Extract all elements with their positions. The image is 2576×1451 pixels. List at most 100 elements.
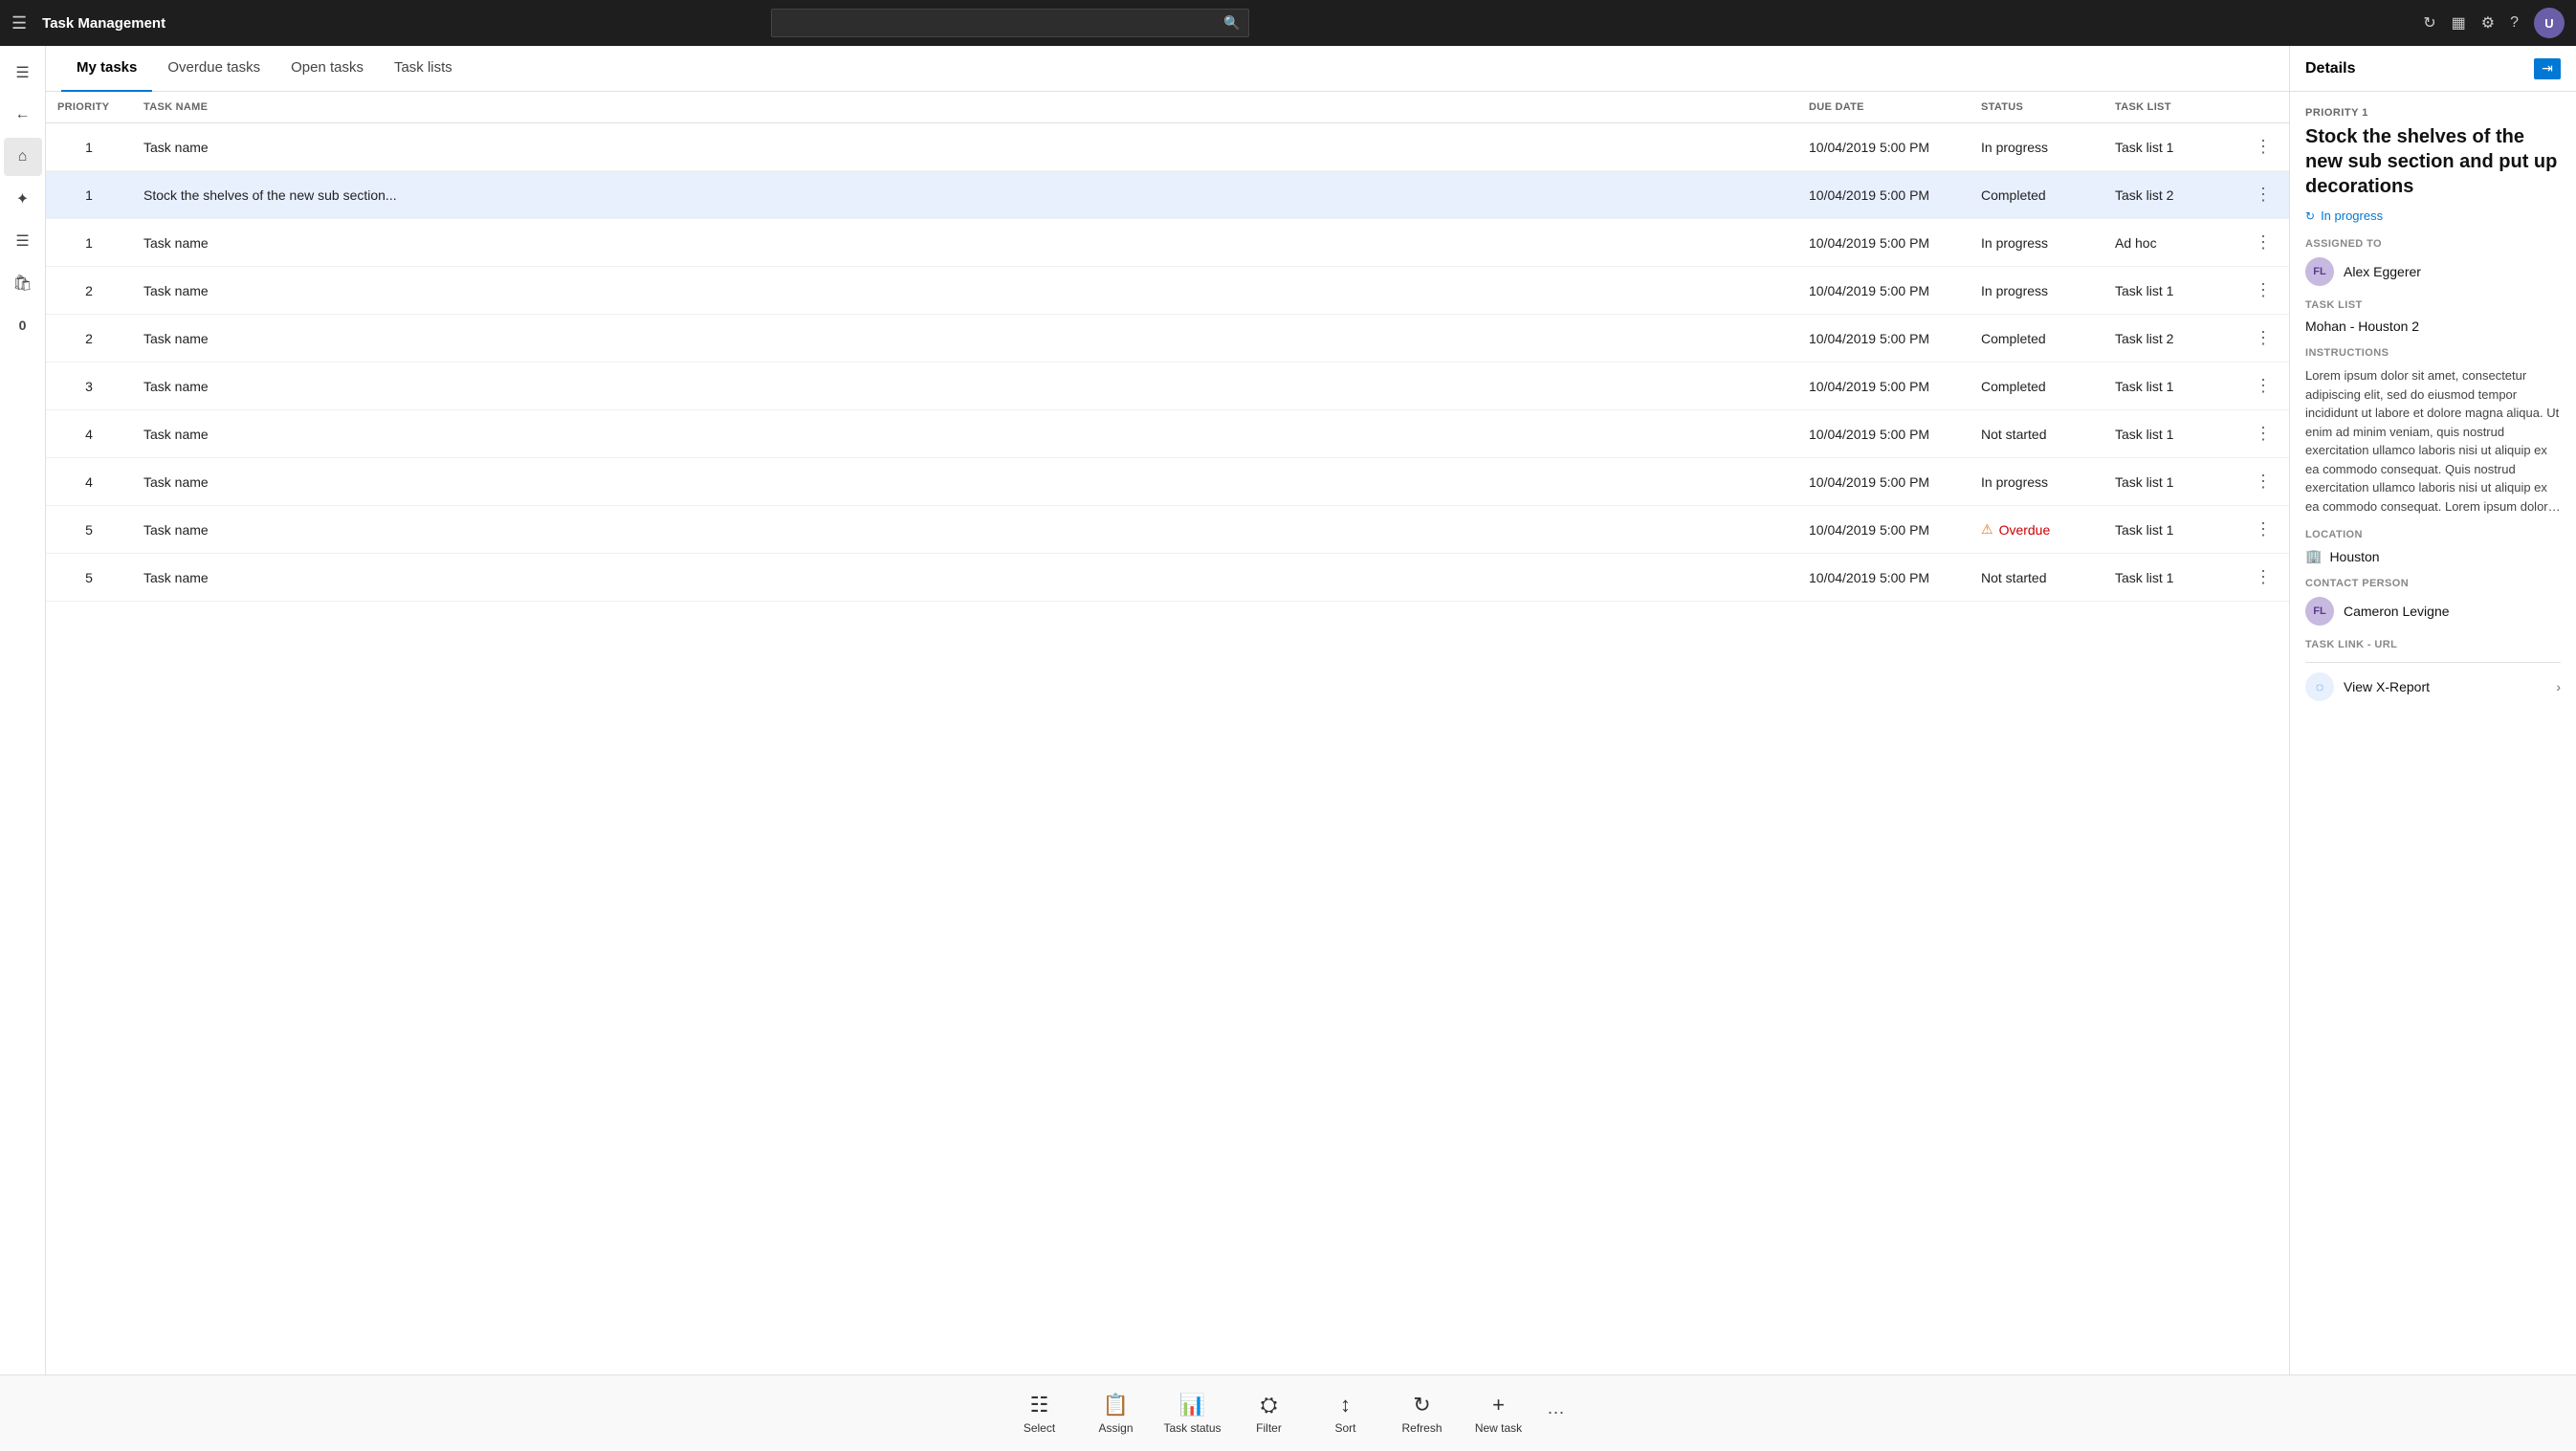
details-header: Details ⇥ bbox=[2290, 46, 2576, 92]
table-row[interactable]: 5 Task name 10/04/2019 5:00 PM ⚠Overdue … bbox=[46, 506, 2289, 554]
content-area: ☰ ← ⌂ ✦ ☰ 🛍 0 My tasks Overdue tasks Ope… bbox=[0, 46, 2576, 1374]
tab-task-lists[interactable]: Task lists bbox=[379, 46, 468, 92]
help-icon[interactable]: ? bbox=[2510, 14, 2519, 32]
assign-label: Assign bbox=[1098, 1421, 1133, 1435]
priority-cell: 2 bbox=[46, 267, 132, 315]
table-row[interactable]: 2 Task name 10/04/2019 5:00 PM In progre… bbox=[46, 267, 2289, 315]
contact-initials: FL bbox=[2313, 605, 2325, 617]
instructions-label: Instructions bbox=[2305, 347, 2561, 359]
more-options-button[interactable]: ⋮ bbox=[2249, 183, 2278, 207]
status-cell: In progress bbox=[1970, 219, 2103, 267]
task-name-cell: Task name bbox=[132, 267, 1797, 315]
chat-icon[interactable]: ▦ bbox=[2452, 13, 2466, 33]
details-body: PRIORITY 1 Stock the shelves of the new … bbox=[2290, 92, 2576, 1374]
task-table-body: 1 Task name 10/04/2019 5:00 PM In progre… bbox=[46, 123, 2289, 602]
table-row[interactable]: 1 Task name 10/04/2019 5:00 PM In progre… bbox=[46, 123, 2289, 171]
priority-cell: 4 bbox=[46, 458, 132, 506]
toolbar-sort[interactable]: ↕ Sort bbox=[1308, 1380, 1384, 1447]
sidebar-home-icon[interactable]: ⌂ bbox=[4, 138, 42, 176]
location-value: Houston bbox=[2329, 549, 2379, 564]
top-nav: ☰ Task Management 🔍 ↻ ▦ ⚙ ? U bbox=[0, 0, 2576, 46]
task-name-cell: Task name bbox=[132, 363, 1797, 410]
more-options-cell: ⋮ bbox=[2237, 171, 2289, 219]
sidebar-back-icon[interactable]: ← bbox=[4, 96, 42, 134]
sidebar-zero-badge[interactable]: 0 bbox=[4, 306, 42, 344]
sidebar-list-icon[interactable]: ☰ bbox=[4, 222, 42, 260]
table-row[interactable]: 4 Task name 10/04/2019 5:00 PM In progre… bbox=[46, 458, 2289, 506]
task-list-cell: Task list 1 bbox=[2103, 506, 2237, 554]
more-options-button[interactable]: ⋮ bbox=[2249, 565, 2278, 589]
status-cell: Completed bbox=[1970, 363, 2103, 410]
more-options-button[interactable]: ⋮ bbox=[2249, 517, 2278, 541]
settings-icon[interactable]: ⚙ bbox=[2481, 13, 2495, 33]
view-xreport-label: View X-Report bbox=[2344, 679, 2430, 694]
more-options-button[interactable]: ⋮ bbox=[2249, 422, 2278, 446]
user-avatar[interactable]: U bbox=[2534, 8, 2565, 38]
hamburger-menu-icon[interactable]: ☰ bbox=[11, 13, 27, 33]
priority-cell: 5 bbox=[46, 554, 132, 602]
sidebar-hamburger-icon[interactable]: ☰ bbox=[4, 54, 42, 92]
due-date-cell: 10/04/2019 5:00 PM bbox=[1797, 123, 1970, 171]
more-options-button[interactable]: ⋮ bbox=[2249, 278, 2278, 302]
table-row[interactable]: 1 Task name 10/04/2019 5:00 PM In progre… bbox=[46, 219, 2289, 267]
more-options-cell: ⋮ bbox=[2237, 410, 2289, 458]
task-table-container: Priority Task Name Due Date Status Task … bbox=[46, 92, 2289, 1374]
toolbar-filter[interactable]: ⛭ Filter bbox=[1231, 1380, 1308, 1447]
toolbar-more-button[interactable]: ⋯ bbox=[1537, 1380, 1575, 1447]
table-row[interactable]: 2 Task name 10/04/2019 5:00 PM Completed… bbox=[46, 315, 2289, 363]
sidebar-bag-icon[interactable]: 🛍 bbox=[4, 264, 42, 302]
sort-label: Sort bbox=[1334, 1421, 1355, 1435]
due-date-cell: 10/04/2019 5:00 PM bbox=[1797, 410, 1970, 458]
table-row[interactable]: 3 Task name 10/04/2019 5:00 PM Completed… bbox=[46, 363, 2289, 410]
filter-label: Filter bbox=[1256, 1421, 1282, 1435]
sidebar-apps-icon[interactable]: ✦ bbox=[4, 180, 42, 218]
tab-open-tasks[interactable]: Open tasks bbox=[275, 46, 379, 92]
toolbar-assign[interactable]: 📋 Assign bbox=[1078, 1380, 1155, 1447]
more-options-button[interactable]: ⋮ bbox=[2249, 374, 2278, 398]
refresh-nav-icon[interactable]: ↻ bbox=[2423, 13, 2435, 33]
status-cell: Not started bbox=[1970, 410, 2103, 458]
left-sidebar: ☰ ← ⌂ ✦ ☰ 🛍 0 bbox=[0, 46, 46, 1374]
search-bar: 🔍 bbox=[771, 9, 1249, 37]
table-row[interactable]: 1 Stock the shelves of the new sub secti… bbox=[46, 171, 2289, 219]
task-name-cell: Task name bbox=[132, 410, 1797, 458]
tab-my-tasks[interactable]: My tasks bbox=[61, 46, 152, 92]
contact-person-label: Contact person bbox=[2305, 578, 2561, 589]
more-options-button[interactable]: ⋮ bbox=[2249, 326, 2278, 350]
more-options-cell: ⋮ bbox=[2237, 506, 2289, 554]
more-options-button[interactable]: ⋮ bbox=[2249, 135, 2278, 159]
task-list-cell: Task list 2 bbox=[2103, 315, 2237, 363]
toolbar-new-task[interactable]: + New task bbox=[1461, 1380, 1537, 1447]
refresh-toolbar-icon: ↻ bbox=[1413, 1393, 1430, 1418]
task-list-label: Task list bbox=[2305, 299, 2561, 311]
search-input[interactable] bbox=[771, 9, 1249, 37]
details-title: Details bbox=[2305, 60, 2355, 77]
tab-overdue-tasks[interactable]: Overdue tasks bbox=[152, 46, 275, 92]
table-row[interactable]: 4 Task name 10/04/2019 5:00 PM Not start… bbox=[46, 410, 2289, 458]
toolbar-refresh[interactable]: ↻ Refresh bbox=[1384, 1380, 1461, 1447]
search-icon: 🔍 bbox=[1223, 15, 1240, 32]
contact-row: FL Cameron Levigne bbox=[2305, 597, 2561, 626]
task-list-cell: Task list 2 bbox=[2103, 171, 2237, 219]
toolbar-task-status[interactable]: 📊 Task status bbox=[1155, 1380, 1231, 1447]
view-xreport-row[interactable]: ◌ View X-Report › bbox=[2305, 662, 2561, 711]
assignee-initials: FL bbox=[2313, 266, 2325, 277]
due-date-cell: 10/04/2019 5:00 PM bbox=[1797, 506, 1970, 554]
more-options-button[interactable]: ⋮ bbox=[2249, 231, 2278, 254]
more-options-cell: ⋮ bbox=[2237, 363, 2289, 410]
collapse-details-button[interactable]: ⇥ bbox=[2534, 58, 2561, 79]
toolbar-select[interactable]: ☷ Select bbox=[1002, 1380, 1078, 1447]
task-name-cell: Stock the shelves of the new sub section… bbox=[132, 171, 1797, 219]
table-row[interactable]: 5 Task name 10/04/2019 5:00 PM Not start… bbox=[46, 554, 2289, 602]
select-label: Select bbox=[1024, 1421, 1055, 1435]
task-list-cell: Task list 1 bbox=[2103, 123, 2237, 171]
details-task-title: Stock the shelves of the new sub section… bbox=[2305, 124, 2561, 199]
task-list-cell: Ad hoc bbox=[2103, 219, 2237, 267]
tabs-bar: My tasks Overdue tasks Open tasks Task l… bbox=[46, 46, 2289, 92]
due-date-cell: 10/04/2019 5:00 PM bbox=[1797, 219, 1970, 267]
task-list-cell: Task list 1 bbox=[2103, 554, 2237, 602]
task-name-cell: Task name bbox=[132, 554, 1797, 602]
task-list-cell: Task list 1 bbox=[2103, 458, 2237, 506]
priority-cell: 5 bbox=[46, 506, 132, 554]
more-options-button[interactable]: ⋮ bbox=[2249, 470, 2278, 494]
